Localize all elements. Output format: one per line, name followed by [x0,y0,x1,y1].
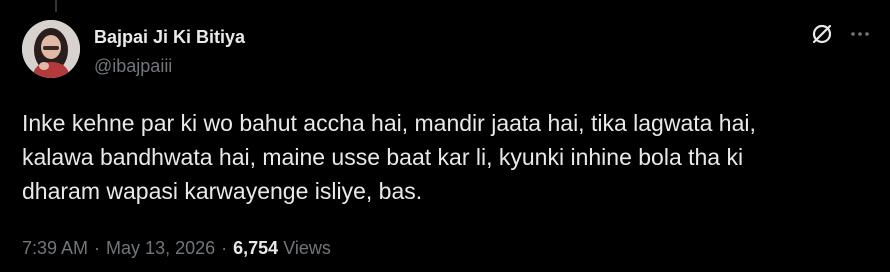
avatar-image [22,20,80,78]
tweet-text: Inke kehne par ki wo bahut accha hai, ma… [22,110,756,204]
author-handle[interactable]: @ibajpaiii [94,54,245,78]
thread-connector-line [55,0,57,12]
more-options-icon[interactable] [848,22,872,46]
tweet-top-actions [810,22,872,46]
avatar[interactable] [22,20,80,78]
views-label: Views [283,238,331,258]
views-count[interactable]: 6,754 [233,238,278,258]
grok-icon[interactable] [810,22,834,46]
author-block: Bajpai Ji Ki Bitiya @ibajpaiii [94,25,245,78]
separator-dot: · [94,238,101,258]
tweet-metadata: 7:39 AM · May 13, 2026 · 6,754 Views [22,236,331,260]
separator-dot: · [221,238,228,258]
tweet-date[interactable]: May 13, 2026 [106,238,215,258]
tweet-time[interactable]: 7:39 AM [22,238,88,258]
author-display-name[interactable]: Bajpai Ji Ki Bitiya [94,25,245,49]
